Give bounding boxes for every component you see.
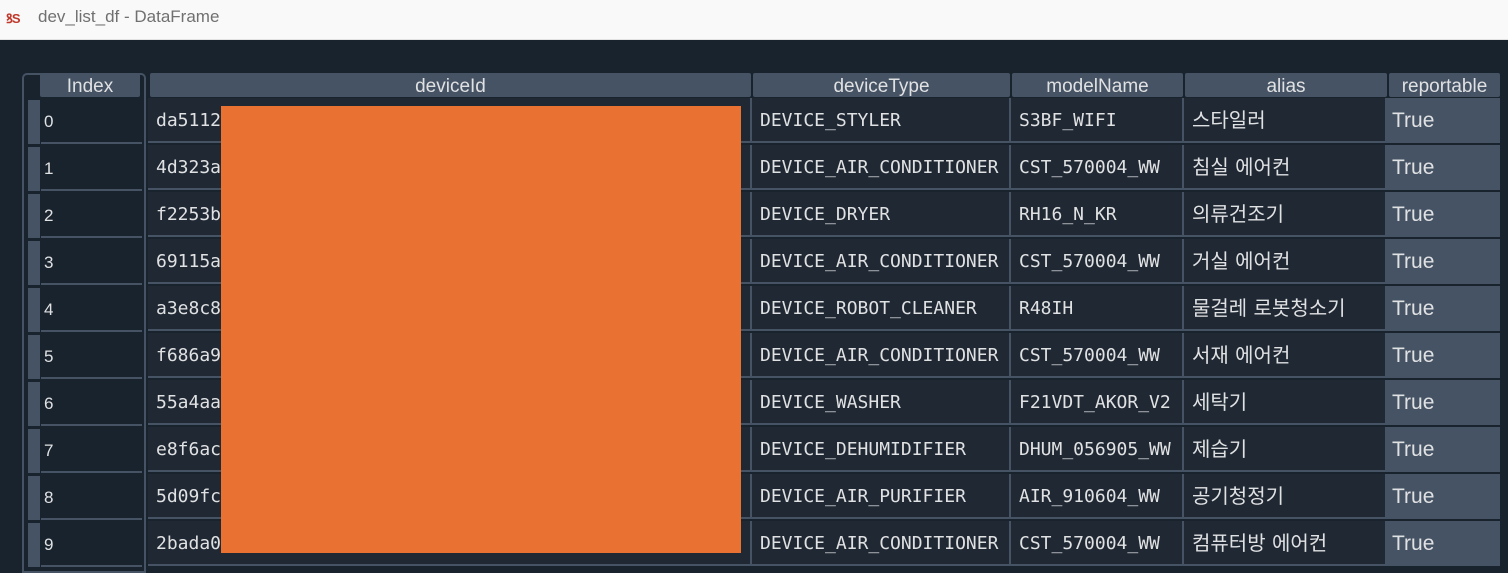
- column-header-alias[interactable]: alias: [1185, 73, 1387, 97]
- column-header-deviceid[interactable]: deviceId: [150, 73, 751, 97]
- cell-alias[interactable]: 거실 에어컨: [1184, 239, 1387, 284]
- cell-alias[interactable]: 세탁기: [1184, 380, 1387, 425]
- cell-alias[interactable]: 서재 에어컨: [1184, 333, 1387, 378]
- cell-modelname[interactable]: CST_570004_WW: [1011, 239, 1184, 284]
- cell-reportable[interactable]: True: [1387, 145, 1500, 190]
- spyder-icon: ꝸS: [6, 11, 21, 26]
- cell-modelname[interactable]: R48IH: [1011, 286, 1184, 331]
- row-index[interactable]: 2: [41, 194, 142, 238]
- column-header-index[interactable]: Index: [40, 73, 140, 97]
- cell-devicetype[interactable]: DEVICE_DEHUMIDIFIER: [752, 427, 1011, 472]
- row-index[interactable]: 5: [41, 335, 142, 379]
- cell-modelname[interactable]: AIR_910604_WW: [1011, 474, 1184, 519]
- cell-devicetype[interactable]: DEVICE_AIR_CONDITIONER: [752, 521, 1011, 566]
- row-index[interactable]: 6: [41, 382, 142, 426]
- cell-reportable[interactable]: True: [1387, 239, 1500, 284]
- cell-modelname[interactable]: CST_570004_WW: [1011, 521, 1184, 566]
- cell-devicetype[interactable]: DEVICE_AIR_CONDITIONER: [752, 145, 1011, 190]
- cell-devicetype[interactable]: DEVICE_STYLER: [752, 98, 1011, 143]
- cell-modelname[interactable]: CST_570004_WW: [1011, 145, 1184, 190]
- redaction-box: [221, 106, 741, 553]
- cell-reportable[interactable]: True: [1387, 427, 1500, 472]
- cell-reportable[interactable]: True: [1387, 333, 1500, 378]
- column-header-reportable[interactable]: reportable: [1389, 73, 1500, 97]
- cell-devicetype[interactable]: DEVICE_AIR_PURIFIER: [752, 474, 1011, 519]
- window-title: dev_list_df - DataFrame: [38, 7, 220, 26]
- cell-reportable[interactable]: True: [1387, 98, 1500, 143]
- row-marker: [28, 100, 40, 144]
- cell-modelname[interactable]: S3BF_WIFI: [1011, 98, 1184, 143]
- row-index-column: 0 1 2 3 4 5 6 7 8 9: [22, 98, 146, 573]
- row-marker: [28, 147, 40, 191]
- row-marker: [28, 241, 40, 285]
- row-index[interactable]: 3: [41, 241, 142, 285]
- row-marker: [28, 335, 40, 379]
- cell-devicetype[interactable]: DEVICE_ROBOT_CLEANER: [752, 286, 1011, 331]
- cell-alias[interactable]: 공기청정기: [1184, 474, 1387, 519]
- cell-reportable[interactable]: True: [1387, 474, 1500, 519]
- row-marker: [28, 288, 40, 332]
- row-marker: [28, 382, 40, 426]
- row-index[interactable]: 4: [41, 288, 142, 332]
- column-header-row: Index deviceId deviceType modelName alia…: [0, 73, 1508, 97]
- cell-devicetype[interactable]: DEVICE_AIR_CONDITIONER: [752, 333, 1011, 378]
- row-index[interactable]: 9: [41, 523, 142, 567]
- cell-alias[interactable]: 제습기: [1184, 427, 1387, 472]
- cell-modelname[interactable]: CST_570004_WW: [1011, 333, 1184, 378]
- cell-alias[interactable]: 스타일러: [1184, 98, 1387, 143]
- cell-reportable[interactable]: True: [1387, 192, 1500, 237]
- row-index[interactable]: 0: [41, 100, 142, 144]
- row-marker: [28, 476, 40, 520]
- column-header-devicetype[interactable]: deviceType: [753, 73, 1010, 97]
- cell-reportable[interactable]: True: [1387, 380, 1500, 425]
- cell-modelname[interactable]: F21VDT_AKOR_V2: [1011, 380, 1184, 425]
- column-header-modelname[interactable]: modelName: [1012, 73, 1183, 97]
- row-index[interactable]: 8: [41, 476, 142, 520]
- row-marker: [28, 194, 40, 238]
- row-marker: [28, 429, 40, 473]
- row-index[interactable]: 7: [41, 429, 142, 473]
- cell-alias[interactable]: 침실 에어컨: [1184, 145, 1387, 190]
- cell-devicetype[interactable]: DEVICE_WASHER: [752, 380, 1011, 425]
- cell-devicetype[interactable]: DEVICE_DRYER: [752, 192, 1011, 237]
- cell-modelname[interactable]: DHUM_056905_WW: [1011, 427, 1184, 472]
- cell-alias[interactable]: 의류건조기: [1184, 192, 1387, 237]
- cell-reportable[interactable]: True: [1387, 286, 1500, 331]
- row-index[interactable]: 1: [41, 147, 142, 191]
- cell-modelname[interactable]: RH16_N_KR: [1011, 192, 1184, 237]
- row-marker: [28, 523, 40, 567]
- cell-devicetype[interactable]: DEVICE_AIR_CONDITIONER: [752, 239, 1011, 284]
- cell-reportable[interactable]: True: [1387, 521, 1500, 566]
- cell-alias[interactable]: 컴퓨터방 에어컨: [1184, 521, 1387, 566]
- cell-alias[interactable]: 물걸레 로봇청소기: [1184, 286, 1387, 331]
- title-bar: ꝸS dev_list_df - DataFrame: [0, 0, 1508, 40]
